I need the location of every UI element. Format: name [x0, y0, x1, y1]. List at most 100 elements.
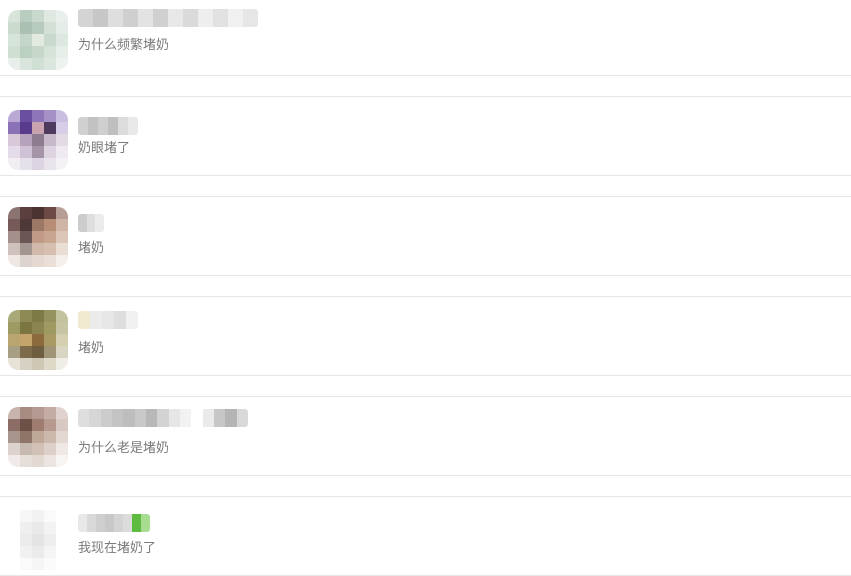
avatar-pixel [20, 122, 32, 134]
avatar-pixel [56, 358, 68, 370]
avatar[interactable] [8, 110, 68, 170]
contact-name [78, 311, 138, 329]
avatar-pixel [44, 110, 56, 122]
avatar-pixel [44, 231, 56, 243]
name-pixel [191, 409, 203, 427]
avatar-pixel [20, 10, 32, 22]
avatar-pixel [44, 346, 56, 358]
name-pixel [114, 311, 126, 329]
avatar-pixel [44, 255, 56, 267]
name-pixel [128, 117, 138, 135]
avatar-pixel [8, 122, 20, 134]
avatar-pixel [56, 558, 68, 570]
message-preview: 堵奶 [78, 340, 105, 355]
avatar-pixel [56, 58, 68, 70]
conversation-item[interactable]: 为什么频繁堵奶 [0, 0, 851, 76]
name-pixel [132, 514, 141, 532]
name-pixel [213, 9, 228, 27]
avatar-pixel [32, 322, 44, 334]
name-pixel [78, 409, 90, 427]
avatar-pixel [8, 219, 20, 231]
avatar-pixel [20, 46, 32, 58]
avatar-pixel [56, 122, 68, 134]
name-pixel [102, 311, 114, 329]
avatar-pixel [32, 231, 44, 243]
avatar-pixel [20, 558, 32, 570]
name-pixel [95, 214, 104, 232]
name-pixel [78, 514, 87, 532]
avatar-pixel [44, 534, 56, 546]
avatar-pixel [20, 207, 32, 219]
avatar-pixel [8, 207, 20, 219]
avatar-pixel [8, 243, 20, 255]
name-pixel [236, 409, 248, 427]
avatar-pixel [20, 546, 32, 558]
avatar-pixel [20, 231, 32, 243]
avatar-pixel [44, 134, 56, 146]
name-pixel [225, 409, 237, 427]
avatar-pixel [20, 334, 32, 346]
avatar-pixel [8, 158, 20, 170]
name-pixel [111, 409, 124, 427]
avatar-pixel [8, 534, 20, 546]
avatar[interactable] [8, 407, 68, 467]
avatar-pixel [56, 46, 68, 58]
avatar-pixel [32, 534, 44, 546]
avatar-pixel [8, 255, 20, 267]
avatar-pixel [56, 455, 68, 467]
conversation-item[interactable]: 奶眼堵了 [0, 96, 851, 176]
avatar-pixel [32, 34, 44, 46]
name-pixel [138, 9, 153, 27]
name-pixel [87, 514, 96, 532]
avatar-pixel [32, 334, 44, 346]
avatar-pixel [44, 10, 56, 22]
name-pixel [202, 409, 214, 427]
avatar-pixel [32, 510, 44, 522]
avatar-pixel [56, 34, 68, 46]
avatar-pixel [20, 58, 32, 70]
avatar-pixel [20, 431, 32, 443]
avatar-pixel [44, 58, 56, 70]
avatar-pixel [32, 310, 44, 322]
name-pixel [153, 9, 168, 27]
avatar-pixel [32, 431, 44, 443]
contact-name [78, 214, 104, 232]
avatar-pixel [44, 243, 56, 255]
avatar[interactable] [8, 10, 68, 70]
avatar-pixel [32, 243, 44, 255]
avatar-pixel [56, 407, 68, 419]
conversation-item[interactable]: 堵奶 [0, 296, 851, 376]
contact-name [78, 409, 248, 427]
avatar[interactable] [8, 207, 68, 267]
avatar-pixel [56, 346, 68, 358]
avatar-pixel [20, 146, 32, 158]
name-pixel [88, 117, 98, 135]
name-pixel [123, 9, 138, 27]
avatar-pixel [20, 243, 32, 255]
avatar-pixel [32, 358, 44, 370]
name-pixel [118, 117, 128, 135]
avatar-pixel [8, 34, 20, 46]
avatar-pixel [56, 22, 68, 34]
avatar-pixel [20, 443, 32, 455]
conversation-item[interactable]: 为什么老是堵奶 [0, 396, 851, 476]
avatar-pixel [20, 510, 32, 522]
avatar-pixel [8, 134, 20, 146]
avatar-pixel [8, 310, 20, 322]
avatar-pixel [32, 219, 44, 231]
avatar-pixel [56, 510, 68, 522]
conversation-item[interactable]: 堵奶 [0, 196, 851, 276]
name-pixel [179, 409, 192, 427]
avatar-pixel [56, 255, 68, 267]
name-pixel [168, 409, 180, 427]
avatar-pixel [32, 443, 44, 455]
avatar[interactable] [8, 510, 68, 570]
conversation-item[interactable]: 我现在堵奶了 [0, 496, 851, 576]
avatar-pixel [44, 122, 56, 134]
avatar-pixel [32, 10, 44, 22]
contact-name [78, 9, 258, 27]
avatar[interactable] [8, 310, 68, 370]
avatar-pixel [20, 22, 32, 34]
name-pixel [105, 514, 114, 532]
avatar-pixel [8, 443, 20, 455]
